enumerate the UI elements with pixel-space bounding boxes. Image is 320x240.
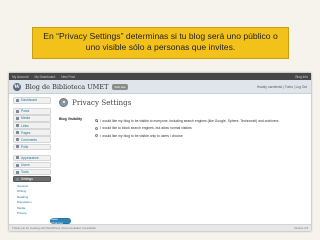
sidebar-item-label: Links xyxy=(21,123,29,128)
admin-link-blog-info[interactable]: Blog Info xyxy=(295,75,308,79)
comments-icon xyxy=(16,138,19,142)
sidebar-item-settings[interactable]: Settings xyxy=(13,175,51,183)
users-icon xyxy=(16,163,19,167)
admin-link-new-post[interactable]: New Post xyxy=(61,75,75,79)
sidebar-item-pages[interactable]: Pages xyxy=(13,129,51,136)
submenu-privacy[interactable]: Privacy xyxy=(13,210,51,215)
admin-bar: My Account My Dashboard New Post Blog In… xyxy=(9,73,311,80)
visibility-option-block-search[interactable]: I would like to block search engines, bu… xyxy=(95,125,307,133)
sidebar-item-label: Media xyxy=(21,116,30,121)
sidebar-item-appearance[interactable]: Appearance xyxy=(13,154,51,162)
page-title-row: Privacy Settings xyxy=(59,96,307,108)
caption-text: En “Privacy Settings” determinas si tu b… xyxy=(43,31,278,52)
sidebar-item-media[interactable]: Media xyxy=(13,115,51,122)
dashboard-icon xyxy=(16,98,19,102)
visibility-option-chosen-users[interactable]: I would like my blog to be visible only … xyxy=(95,132,307,140)
option-label: I would like to block search engines, bu… xyxy=(100,126,192,131)
admin-link-my-dashboard[interactable]: My Dashboard xyxy=(34,75,55,79)
sidebar-item-label: Dashboard xyxy=(21,98,38,103)
sidebar-item-label: Polls xyxy=(21,144,29,149)
sidebar-item-polls[interactable]: Polls xyxy=(13,143,51,151)
footer: Thank you for creating with WordPress | … xyxy=(9,224,311,231)
pages-icon xyxy=(16,131,19,135)
sidebar-item-posts[interactable]: Posts xyxy=(13,108,51,115)
visibility-section: Blog Visibility I would like my blog to … xyxy=(59,117,307,140)
sidebar-item-label: Users xyxy=(21,163,30,167)
visit-site-button[interactable]: Visit site xyxy=(112,83,128,90)
option-label: I would like my blog to be visible only … xyxy=(100,133,183,138)
sidebar-item-label: Tools xyxy=(21,170,29,175)
sidebar-item-label: Posts xyxy=(21,109,30,114)
links-icon xyxy=(16,124,19,128)
tools-icon xyxy=(16,170,19,174)
visibility-option-everyone[interactable]: I would like my blog to be visible to ev… xyxy=(95,117,307,125)
appearance-icon xyxy=(16,156,19,160)
main-content: Privacy Settings Blog Visibility I would… xyxy=(59,96,307,140)
footer-links[interactable]: Thank you for creating with WordPress | … xyxy=(12,226,96,230)
polls-icon xyxy=(16,145,19,149)
sidebar-item-users[interactable]: Users xyxy=(13,161,51,169)
settings-icon xyxy=(16,177,19,181)
sidebar-item-label: Settings xyxy=(21,177,33,182)
visibility-label: Blog Visibility xyxy=(59,117,83,121)
media-icon xyxy=(16,116,19,120)
sidebar-item-links[interactable]: Links xyxy=(13,122,51,129)
privacy-settings-icon xyxy=(59,97,68,107)
radio-button[interactable] xyxy=(95,126,99,130)
option-label: I would like my blog to be visible to ev… xyxy=(100,118,279,123)
wordpress-screenshot: My Account My Dashboard New Post Blog In… xyxy=(9,73,311,231)
user-links[interactable]: Howdy, sarmiento | Turbo | Log Out xyxy=(257,85,307,89)
radio-button[interactable] xyxy=(95,134,99,138)
posts-icon xyxy=(16,109,19,113)
footer-version: Version 2.8 xyxy=(294,226,308,230)
admin-link-my-account[interactable]: My Account xyxy=(12,75,28,79)
page-title: Privacy Settings xyxy=(72,97,132,107)
radio-button[interactable] xyxy=(95,119,99,123)
admin-header: W Blog de Biblioteca UMET Visit site How… xyxy=(9,80,311,94)
caption-box: En “Privacy Settings” determinas si tu b… xyxy=(32,27,289,59)
sidebar-item-tools[interactable]: Tools xyxy=(13,168,51,176)
blog-title[interactable]: Blog de Biblioteca UMET xyxy=(25,83,108,91)
sidebar-item-label: Appearance xyxy=(21,155,39,160)
sidebar: Dashboard Posts Media Links Pages Commen… xyxy=(13,97,51,215)
sidebar-item-comments[interactable]: Comments xyxy=(13,136,51,143)
sidebar-item-label: Comments xyxy=(21,137,37,142)
visibility-options: I would like my blog to be visible to ev… xyxy=(95,117,307,140)
sidebar-item-label: Pages xyxy=(21,130,31,135)
wordpress-logo-icon: W xyxy=(13,82,21,91)
sidebar-item-dashboard[interactable]: Dashboard xyxy=(13,97,51,104)
